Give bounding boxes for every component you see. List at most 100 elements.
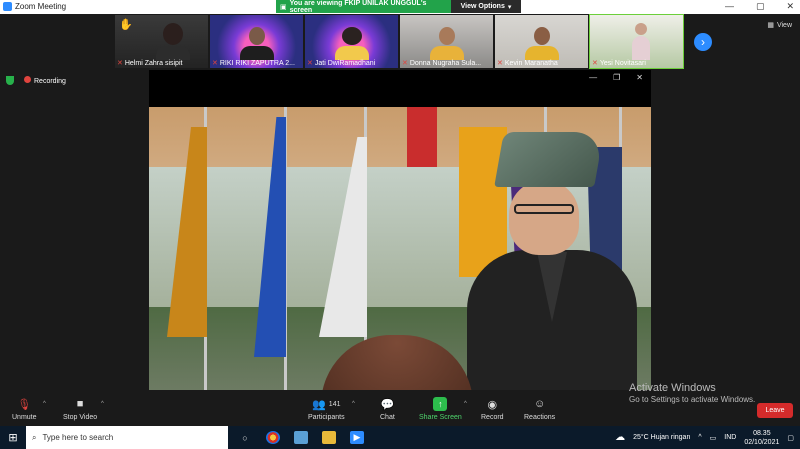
shared-screen: — ❐ ✕ bbox=[149, 70, 651, 390]
taskbar-search[interactable]: ⌕ Type here to search bbox=[26, 426, 228, 449]
participants-button[interactable]: 👥 141 Participants bbox=[308, 397, 345, 422]
participant-name: Kevin Maranatha bbox=[504, 59, 558, 67]
participant-tile[interactable]: ✕ Yesi Novitasari bbox=[589, 14, 684, 69]
minimize-icon: — bbox=[589, 73, 598, 82]
reactions-label: Reactions bbox=[524, 414, 556, 421]
participant-thumbnails: ✋ ✕ Helmi Zahra sisipit ✕ RIKI RIKI ZAPUTR… bbox=[115, 14, 684, 69]
participant-name: RIKI RIKI ZAPUTRA 2... bbox=[219, 59, 295, 67]
record-icon: ◉ bbox=[487, 398, 498, 411]
search-icon: ⌕ bbox=[32, 432, 37, 442]
zoom-logo-icon bbox=[3, 2, 12, 11]
audio-options-caret-icon[interactable]: ^ bbox=[43, 401, 46, 407]
mic-muted-icon: ✕ bbox=[212, 60, 218, 67]
participants-label: Participants bbox=[308, 414, 345, 421]
mic-muted-icon: ✕ bbox=[592, 60, 598, 67]
chevron-right-icon: › bbox=[701, 35, 705, 49]
next-page-button[interactable]: › bbox=[694, 33, 712, 51]
video-options-caret-icon[interactable]: ^ bbox=[101, 401, 104, 407]
security-shield-icon[interactable] bbox=[6, 76, 14, 85]
participant-name: Yesi Novitasari bbox=[599, 59, 646, 67]
search-placeholder: Type here to search bbox=[42, 433, 114, 442]
tray-chevron-up-icon[interactable]: ^ bbox=[698, 434, 701, 441]
participant-tile[interactable]: ✕ Jati DwiRamadhani bbox=[305, 15, 398, 68]
chevron-down-icon: ▾ bbox=[507, 3, 512, 11]
meeting-toolbar: 🎙 Unmute ^ ■ Stop Video ^ 👥 141 Participa… bbox=[0, 395, 800, 426]
clock[interactable]: 08.35 02/10/2021 bbox=[744, 429, 779, 447]
meeting-status: Recording bbox=[6, 76, 66, 85]
maximize-icon[interactable]: ▢ bbox=[756, 1, 765, 12]
share-screen-icon: ↑ bbox=[433, 397, 448, 411]
stop-video-button[interactable]: ■ Stop Video bbox=[63, 397, 97, 421]
view-options-label: View Options bbox=[460, 3, 505, 10]
mic-muted-icon: ✕ bbox=[307, 60, 313, 67]
close-icon: ✕ bbox=[636, 73, 643, 82]
notifications-icon[interactable]: ▢ bbox=[787, 434, 794, 442]
close-icon[interactable]: ✕ bbox=[786, 1, 794, 12]
minimize-icon[interactable]: — bbox=[725, 1, 734, 12]
leave-button[interactable]: Leave bbox=[757, 403, 793, 418]
photos-app-icon[interactable] bbox=[294, 431, 308, 444]
shared-window-controls: — ❐ ✕ bbox=[589, 73, 643, 82]
view-options-button[interactable]: View Options ▾ bbox=[451, 0, 521, 13]
network-icon[interactable]: ▭ bbox=[710, 434, 717, 442]
share-screen-label: Share Screen bbox=[419, 414, 462, 421]
activate-windows-title: Activate Windows bbox=[629, 382, 716, 394]
record-label: Record bbox=[481, 414, 504, 421]
system-tray: ☁ 25°C Hujan ringan ^ ▭ IND 08.35 02/10/… bbox=[615, 426, 800, 449]
share-banner: ▣ You are viewing FKIP UNILAK UNGGUL's s… bbox=[276, 0, 521, 14]
smiley-plus-icon: ☺ bbox=[533, 398, 546, 410]
view-label: View bbox=[776, 21, 792, 29]
language-indicator[interactable]: IND bbox=[724, 434, 736, 441]
speaker-figure bbox=[467, 132, 651, 390]
window-title: Zoom Meeting bbox=[15, 2, 67, 11]
app-title: Zoom Meeting bbox=[3, 2, 66, 11]
share-screen-button[interactable]: ↑ Share Screen bbox=[419, 397, 462, 421]
participants-caret-icon[interactable]: ^ bbox=[352, 401, 355, 407]
restore-icon: ❐ bbox=[613, 73, 621, 82]
speaker-video bbox=[149, 107, 651, 390]
share-options-caret-icon[interactable]: ^ bbox=[464, 401, 467, 407]
unmute-button[interactable]: 🎙 Unmute bbox=[12, 397, 37, 422]
stop-video-label: Stop Video bbox=[63, 414, 98, 421]
weather-icon: ☁ bbox=[615, 432, 626, 443]
mic-muted-icon: 🎙 bbox=[17, 398, 32, 411]
mic-muted-icon: ✕ bbox=[497, 60, 503, 67]
chat-label: Chat bbox=[380, 414, 395, 421]
mic-muted-icon: ✕ bbox=[402, 60, 408, 67]
participant-tile[interactable]: ✕ Donna Nugraha Sula... bbox=[400, 15, 493, 68]
participant-name: Helmi Zahra sisipit bbox=[124, 59, 183, 67]
unmute-label: Unmute bbox=[12, 414, 37, 421]
mic-muted-icon: ✕ bbox=[117, 60, 123, 67]
participant-name: Jati DwiRamadhani bbox=[314, 59, 376, 67]
reactions-button[interactable]: ☺ Reactions bbox=[524, 397, 555, 421]
windows-taskbar: ⊞ ⌕ Type here to search ○ ▶ ☁ 25°C Hujan… bbox=[0, 426, 800, 449]
zoom-taskbar-icon[interactable]: ▶ bbox=[350, 431, 364, 444]
file-explorer-icon[interactable] bbox=[322, 431, 336, 444]
video-camera-icon: ■ bbox=[76, 398, 84, 410]
share-banner-message: ▣ You are viewing FKIP UNILAK UNGGUL's s… bbox=[276, 0, 451, 14]
chat-button[interactable]: 💬 Chat bbox=[380, 397, 395, 422]
participants-icon: 👥 bbox=[312, 398, 326, 411]
share-banner-text: You are viewing FKIP UNILAK UNGGUL's scr… bbox=[289, 0, 427, 14]
task-view-icon[interactable]: ○ bbox=[238, 431, 252, 444]
windows-start-icon[interactable]: ⊞ bbox=[0, 431, 26, 444]
clock-time: 08.35 bbox=[753, 429, 771, 437]
recording-label: Recording bbox=[34, 78, 66, 85]
record-button[interactable]: ◉ Record bbox=[481, 397, 504, 422]
clock-date: 02/10/2021 bbox=[744, 438, 780, 446]
participant-count: 141 bbox=[328, 400, 341, 408]
participants-icon-group: 👥 141 bbox=[312, 397, 340, 411]
raised-hand-icon: ✋ bbox=[119, 19, 133, 31]
recording-indicator[interactable]: Recording bbox=[24, 76, 66, 85]
recording-dot-icon bbox=[24, 76, 31, 83]
weather-text[interactable]: 25°C Hujan ringan bbox=[633, 434, 690, 441]
chat-bubble-icon: 💬 bbox=[380, 398, 395, 411]
participant-tile[interactable]: ✕ RIKI RIKI ZAPUTRA 2... bbox=[210, 15, 303, 68]
participant-tile[interactable]: ✋ ✕ Helmi Zahra sisipit bbox=[115, 15, 208, 68]
view-button[interactable]: ▦ View bbox=[767, 21, 792, 30]
grid-view-icon: ▦ bbox=[767, 22, 774, 29]
participant-tile[interactable]: ✕ Kevin Maranatha bbox=[495, 15, 588, 68]
screen-share-icon: ▣ bbox=[280, 3, 287, 11]
participant-name: Donna Nugraha Sula... bbox=[409, 59, 482, 67]
chrome-icon[interactable] bbox=[266, 431, 280, 444]
